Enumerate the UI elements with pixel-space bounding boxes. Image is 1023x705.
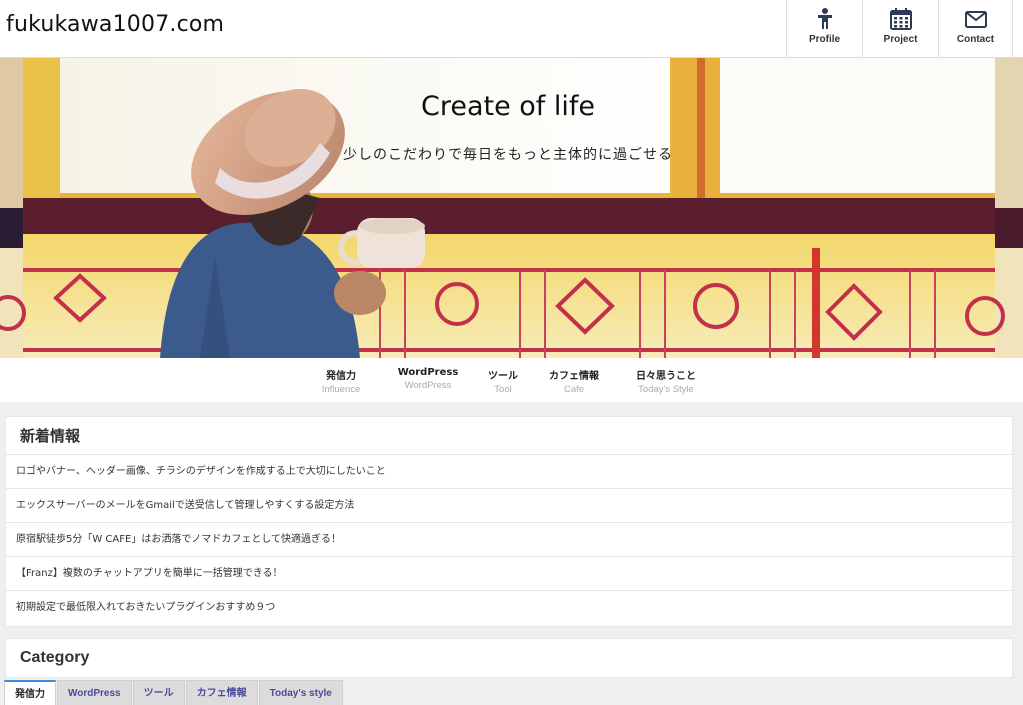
category-nav-sublabel: WordPress: [404, 380, 452, 391]
profile-button[interactable]: Profile: [786, 0, 862, 58]
news-list: ロゴやバナー、ヘッダー画像、チラシのデザインを作成する上で大切にしたいこと エッ…: [6, 455, 1012, 625]
profile-label: Profile: [808, 34, 841, 45]
calendar-icon: [889, 8, 912, 30]
category-nav-wordpress[interactable]: WordPress WordPress: [394, 367, 462, 391]
category-nav-tool[interactable]: ツール Tool: [482, 367, 524, 395]
news-item[interactable]: ロゴやバナー、ヘッダー画像、チラシのデザインを作成する上で大切にしたいこと: [6, 455, 1012, 489]
category-nav: 発信力 Influence WordPress WordPress ツール To…: [0, 358, 1023, 402]
tab-todays-style[interactable]: Today's style: [258, 680, 343, 705]
category-nav-label: ツール: [488, 371, 518, 382]
category-nav-influence[interactable]: 発信力 Influence: [313, 367, 369, 395]
news-heading: 新着情報: [6, 417, 1012, 455]
news-panel: 新着情報 ロゴやバナー、ヘッダー画像、チラシのデザインを作成する上で大切にしたい…: [5, 416, 1013, 627]
hero-subtitle: 少しのこだわりで毎日をもっと主体的に過ごせる: [343, 147, 673, 163]
site-header: fukukawa1007.com Profile Project Contact: [0, 0, 1023, 58]
category-nav-sublabel: Tool: [494, 384, 512, 395]
news-item[interactable]: エックスサーバーのメールをGmailで送受信して管理しやすくする設定方法: [6, 489, 1012, 523]
category-nav-cafe[interactable]: カフェ情報 Cafe: [541, 367, 607, 395]
header-nav: Profile Project Contact: [786, 0, 1013, 58]
news-item[interactable]: 原宿駅徒歩5分「W CAFE」はお洒落でノマドカフェとして快適過ぎる！: [6, 523, 1012, 557]
category-nav-label: カフェ情報: [549, 371, 599, 382]
category-nav-sublabel: Cafe: [563, 384, 585, 395]
category-nav-sublabel: Today's Style: [638, 384, 694, 395]
person-icon: [817, 8, 832, 29]
tab-influence[interactable]: 発信力: [4, 680, 56, 705]
category-nav-sublabel: Influence: [321, 384, 361, 395]
category-nav-label: 日々思うこと: [636, 371, 696, 382]
tab-wordpress[interactable]: WordPress: [57, 680, 132, 705]
category-nav-label: 発信力: [326, 371, 356, 382]
envelope-icon: [964, 11, 987, 28]
category-panel: Category: [5, 638, 1013, 678]
category-nav-todays-style[interactable]: 日々思うこと Today's Style: [628, 367, 704, 395]
category-nav-label: WordPress: [397, 367, 459, 378]
category-heading: Category: [20, 649, 90, 666]
hero-title: Create of life: [420, 91, 596, 122]
tab-tool[interactable]: ツール: [132, 680, 185, 705]
contact-button[interactable]: Contact: [938, 0, 1013, 58]
tab-cafe[interactable]: カフェ情報: [185, 680, 258, 705]
project-button[interactable]: Project: [862, 0, 938, 58]
site-title[interactable]: fukukawa1007.com: [6, 12, 224, 37]
category-tabs: 発信力 WordPress ツール カフェ情報 Today's style: [4, 680, 344, 705]
hero-banner: Create of life 少しのこだわりで毎日をもっと主体的に過ごせる: [0, 58, 1023, 358]
news-item[interactable]: 初期設定で最低限入れておきたいプラグインおすすめ９つ: [6, 591, 1012, 625]
project-label: Project: [883, 34, 918, 45]
news-item[interactable]: 【Franz】複数のチャットアプリを簡単に一括管理できる！: [6, 557, 1012, 591]
contact-label: Contact: [956, 34, 995, 45]
